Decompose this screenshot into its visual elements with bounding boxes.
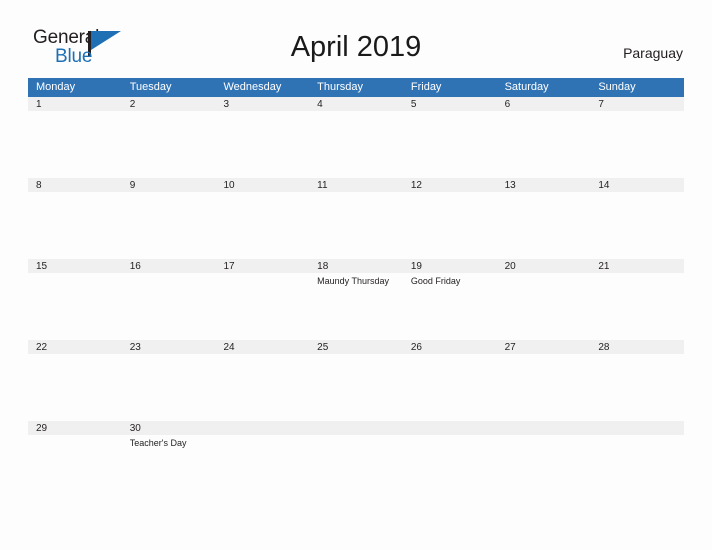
day-cell-empty: [215, 421, 309, 502]
calendar-page: General Blue April 2019 Paraguay Monday T…: [0, 0, 712, 550]
day-cell[interactable]: 11: [309, 178, 403, 259]
weekday-header-thursday: Thursday: [317, 81, 364, 93]
weekday-header-sunday: Sunday: [598, 81, 636, 93]
day-cell[interactable]: 28: [590, 340, 684, 421]
day-number: 18: [317, 261, 329, 272]
day-cell[interactable]: 24: [215, 340, 309, 421]
week-cells: 22 23 24 25 26 27 28: [28, 340, 684, 421]
day-number: 3: [223, 99, 229, 110]
day-number: 22: [36, 342, 48, 353]
day-cell[interactable]: 27: [497, 340, 591, 421]
holiday-event: Good Friday: [410, 276, 461, 286]
day-number: 1: [36, 99, 42, 110]
region-label: Paraguay: [623, 45, 683, 61]
day-number: 4: [317, 99, 323, 110]
day-number: 7: [598, 99, 604, 110]
page-title: April 2019: [290, 31, 422, 63]
weekday-header-saturday: Saturday: [504, 81, 549, 93]
day-number: 26: [410, 342, 422, 353]
calendar-body: 1 2 3 4 5 6 7 8 9 10 11 12 13 14 15 16 17 18 Maundy Thursd…: [28, 97, 684, 502]
day-cell[interactable]: 12: [403, 178, 497, 259]
weekday-header-tuesday: Tuesday: [129, 81, 172, 93]
week-cells: 8 9 10 11 12 13 14: [28, 178, 684, 259]
day-cell-empty: [309, 421, 403, 502]
day-cell[interactable]: 16: [122, 259, 216, 340]
day-number: 14: [598, 180, 610, 191]
day-number: 27: [504, 342, 516, 353]
calendar-week-row: 15 16 17 18 Maundy Thursday 19 Good Friday 20 21: [28, 259, 684, 340]
day-cell[interactable]: 20: [497, 259, 591, 340]
day-number: 30: [129, 423, 141, 434]
day-cell[interactable]: 4: [309, 97, 403, 178]
day-number: 2: [129, 99, 136, 110]
day-number: 9: [129, 180, 136, 191]
day-cell[interactable]: 23: [122, 340, 216, 421]
day-cell[interactable]: 25: [309, 340, 403, 421]
day-cell[interactable]: 21: [590, 259, 684, 340]
day-number: 12: [410, 180, 422, 191]
day-number: 5: [410, 99, 417, 110]
day-cell[interactable]: 22: [28, 340, 122, 421]
day-cell[interactable]: 7: [590, 97, 684, 178]
day-number: 15: [36, 261, 48, 272]
event-list: Maundy Thursday: [317, 275, 401, 287]
day-cell-empty: [590, 421, 684, 502]
page-header: General Blue April 2019 Paraguay: [0, 0, 712, 78]
holiday-event: Teacher's Day: [129, 438, 187, 448]
day-cell[interactable]: 1: [28, 97, 122, 178]
holiday-event: Maundy Thursday: [317, 276, 390, 286]
day-number: 17: [223, 261, 235, 272]
day-cell[interactable]: 9: [122, 178, 216, 259]
day-number: 19: [410, 261, 422, 272]
day-cell-empty: [497, 421, 591, 502]
day-cell[interactable]: 15: [28, 259, 122, 340]
calendar-grid: Monday Tuesday Wednesday Thursday Friday Satu…: [28, 78, 684, 502]
week-cells: 29 30 Teacher's Day: [28, 421, 684, 502]
weekday-header-row: Monday Tuesday Wednesday Thursday Friday Satu…: [28, 78, 684, 97]
calendar-week-row: 22 23 24 25 26 27 28: [28, 340, 684, 421]
day-cell[interactable]: 29: [28, 421, 122, 502]
day-cell-empty: [403, 421, 497, 502]
day-number: 13: [504, 180, 516, 191]
calendar-week-row: 29 30 Teacher's Day: [28, 421, 684, 502]
day-cell[interactable]: 10: [215, 178, 309, 259]
day-cell[interactable]: 26: [403, 340, 497, 421]
day-cell[interactable]: 6: [497, 97, 591, 178]
day-cell[interactable]: 14: [590, 178, 684, 259]
day-number: 28: [598, 342, 610, 353]
day-number: 24: [223, 342, 235, 353]
event-list: Teacher's Day: [130, 437, 214, 449]
day-number: 8: [36, 180, 42, 191]
day-number: 11: [317, 180, 328, 191]
week-cells: 1 2 3 4 5 6 7: [28, 97, 684, 178]
day-cell[interactable]: 8: [28, 178, 122, 259]
day-number: 20: [504, 261, 516, 272]
day-number: 25: [317, 342, 329, 353]
weekday-header-wednesday: Wednesday: [223, 81, 282, 93]
day-cell[interactable]: 17: [215, 259, 309, 340]
day-number: 16: [129, 261, 141, 272]
week-cells: 15 16 17 18 Maundy Thursday 19 Good Friday 20 21: [28, 259, 684, 340]
day-cell[interactable]: 3: [215, 97, 309, 178]
calendar-week-row: 8 9 10 11 12 13 14: [28, 178, 684, 259]
day-cell[interactable]: 30 Teacher's Day: [122, 421, 216, 502]
day-number: 29: [36, 423, 48, 434]
weekday-header-monday: Monday: [36, 81, 76, 93]
day-cell[interactable]: 18 Maundy Thursday: [309, 259, 403, 340]
day-cell[interactable]: 2: [122, 97, 216, 178]
day-number: 21: [598, 261, 610, 272]
day-cell[interactable]: 19 Good Friday: [403, 259, 497, 340]
day-cell[interactable]: 5: [403, 97, 497, 178]
day-number: 23: [129, 342, 141, 353]
calendar-week-row: 1 2 3 4 5 6 7: [28, 97, 684, 178]
day-number: 10: [223, 180, 235, 191]
day-cell[interactable]: 13: [497, 178, 591, 259]
event-list: Good Friday: [411, 275, 495, 287]
day-number: 6: [504, 99, 511, 110]
weekday-header-friday: Friday: [410, 81, 442, 93]
